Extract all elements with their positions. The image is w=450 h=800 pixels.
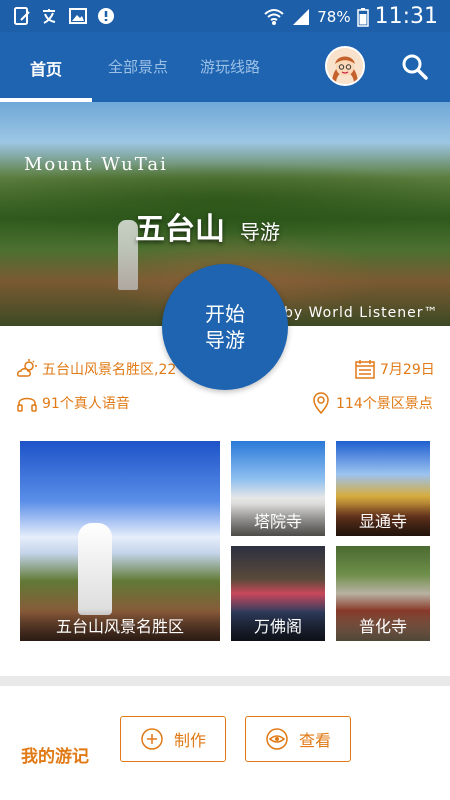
weather-info: 五台山风景名胜区,22 bbox=[16, 358, 176, 380]
tile-label: 五台山风景名胜区 bbox=[20, 609, 220, 641]
wifi-icon bbox=[264, 8, 284, 25]
signal-icon bbox=[293, 8, 310, 25]
search-icon bbox=[402, 54, 428, 80]
start-tour-line2: 导游 bbox=[205, 328, 245, 352]
section-divider bbox=[0, 676, 450, 686]
view-notes-label: 查看 bbox=[298, 731, 331, 750]
tile-tayuansi[interactable]: 塔院寺 bbox=[231, 441, 325, 536]
hero-title-cn-suffix: 导游 bbox=[240, 220, 280, 244]
tab-home[interactable]: 首页 bbox=[30, 56, 62, 80]
view-notes-button[interactable]: 查看 bbox=[245, 716, 351, 762]
tile-wanfoge[interactable]: 万佛阁 bbox=[231, 546, 325, 641]
spots-text: 114个景区景点 bbox=[336, 396, 433, 412]
avatar-icon bbox=[327, 48, 363, 84]
eye-icon bbox=[266, 728, 288, 750]
plus-circle-icon bbox=[141, 728, 163, 750]
tab-routes[interactable]: 游玩线路 bbox=[200, 56, 260, 77]
hero-title-cn: 五台山 bbox=[135, 212, 225, 247]
tile-label: 塔院寺 bbox=[231, 504, 325, 536]
battery-percent: 78% bbox=[317, 7, 351, 26]
create-note-label: 制作 bbox=[173, 731, 206, 750]
tile-label: 万佛阁 bbox=[231, 609, 325, 641]
pagoda-image bbox=[78, 523, 112, 615]
tile-xiantongsi[interactable]: 显通寺 bbox=[336, 441, 430, 536]
date-text: 7月29日 bbox=[380, 362, 435, 378]
notification-icon bbox=[98, 8, 114, 24]
tile-label: 显通寺 bbox=[336, 504, 430, 536]
hero-title-en: Mount WuTai bbox=[24, 154, 168, 175]
status-bar: 78% 11:31 bbox=[0, 0, 450, 32]
image-icon bbox=[69, 8, 87, 24]
travel-notes-title: 我的游记 bbox=[21, 747, 89, 767]
create-note-button[interactable]: 制作 bbox=[120, 716, 226, 762]
start-tour-line1: 开始 bbox=[205, 302, 245, 326]
location-pin-icon bbox=[313, 392, 329, 414]
tile-puhuasi[interactable]: 普化寺 bbox=[336, 546, 430, 641]
voices-text: 91个真人语音 bbox=[42, 396, 130, 412]
app-bar: 首页 全部景点 游玩线路 bbox=[0, 32, 450, 102]
clock: 11:31 bbox=[374, 4, 438, 29]
tile-label: 普化寺 bbox=[336, 609, 430, 641]
spots-info: 114个景区景点 bbox=[310, 392, 433, 414]
avatar[interactable] bbox=[325, 46, 365, 86]
weather-icon bbox=[16, 359, 37, 377]
translate-icon bbox=[43, 9, 56, 24]
start-tour-button[interactable]: 开始 导游 bbox=[162, 264, 288, 390]
search-button[interactable] bbox=[400, 52, 430, 82]
weather-text: 五台山风景名胜区,22 bbox=[42, 362, 177, 378]
voices-info: 91个真人语音 bbox=[16, 392, 130, 414]
tab-all-spots[interactable]: 全部景点 bbox=[108, 56, 168, 77]
hero-credit: by World Listener™ bbox=[284, 305, 439, 321]
sim-icon bbox=[14, 7, 30, 25]
tile-wutaishan[interactable]: 五台山风景名胜区 bbox=[20, 441, 220, 641]
headphones-icon bbox=[17, 397, 37, 412]
date-info: 7月29日 bbox=[354, 358, 435, 380]
calendar-icon bbox=[355, 360, 375, 379]
battery-icon bbox=[356, 7, 369, 27]
